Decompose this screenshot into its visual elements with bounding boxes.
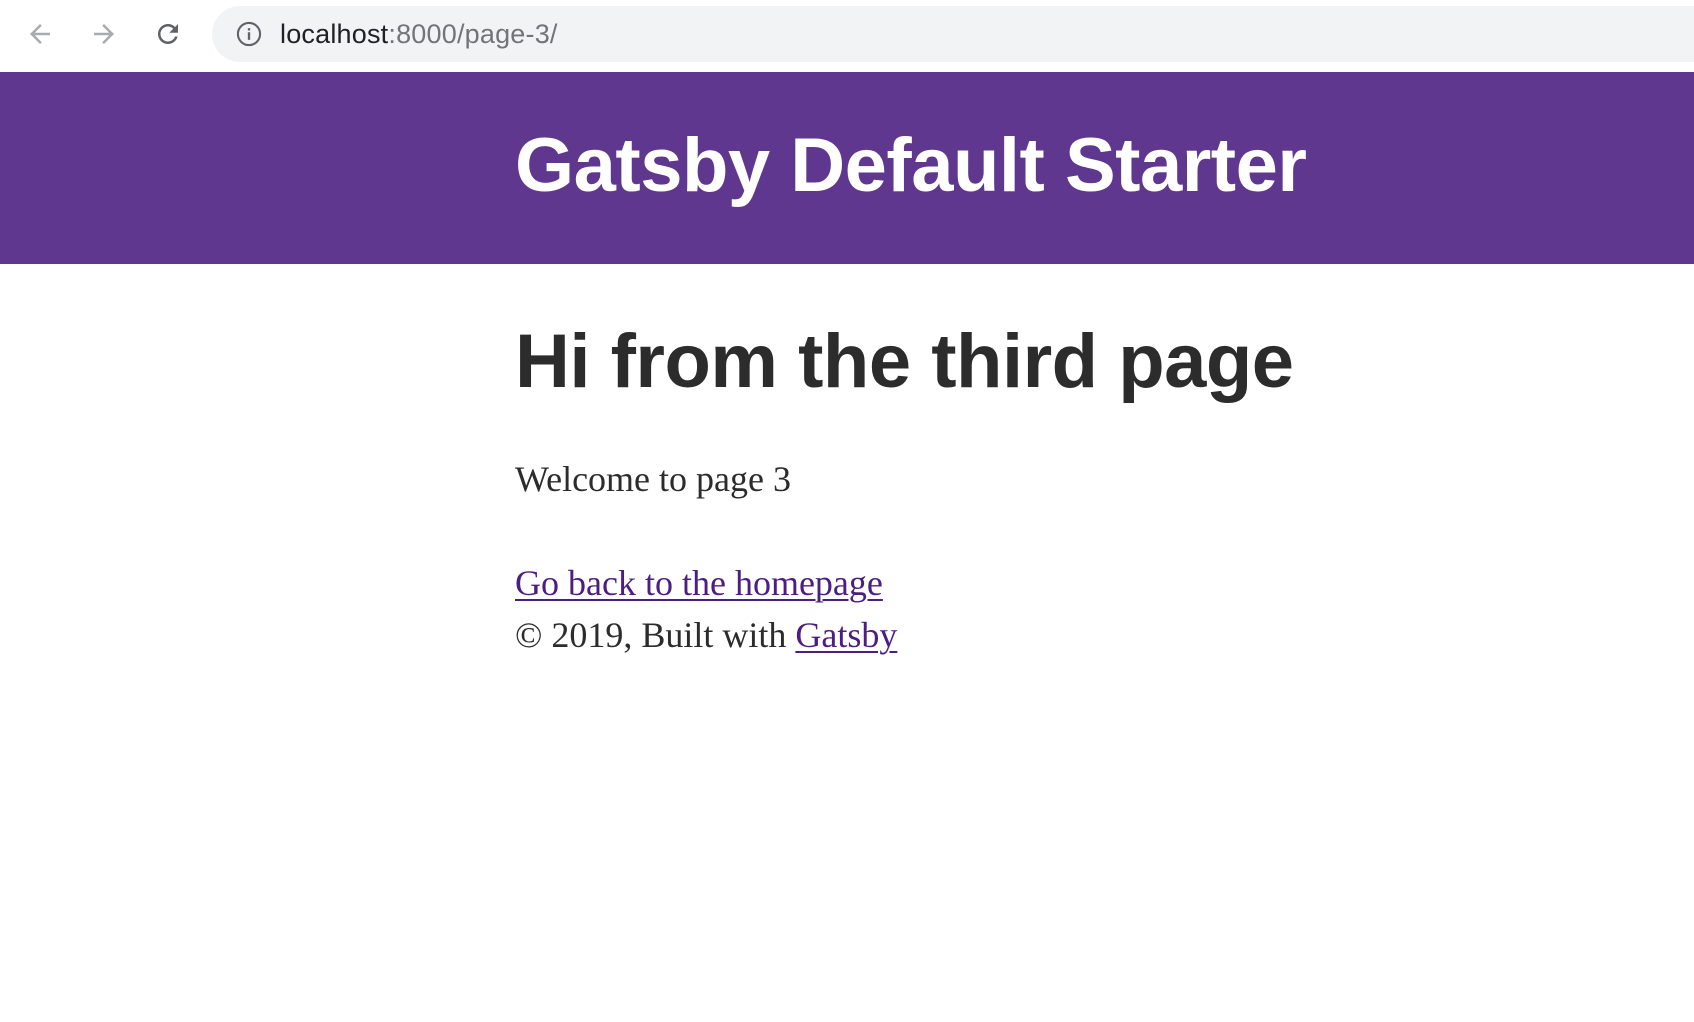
- info-circle-icon[interactable]: [234, 19, 264, 49]
- url-text[interactable]: localhost:8000/page-3/: [280, 19, 558, 50]
- back-button[interactable]: [16, 10, 64, 58]
- page-heading: Hi from the third page: [515, 319, 1294, 404]
- welcome-text: Welcome to page 3: [515, 459, 791, 499]
- site-header: Gatsby Default Starter: [0, 72, 1694, 264]
- url-path: :8000/page-3/: [388, 18, 558, 49]
- footer-copyright-text: © 2019, Built with: [515, 615, 787, 655]
- site-footer: © 2019, Built with Gatsby: [515, 614, 897, 657]
- site-title-link[interactable]: Gatsby Default Starter: [515, 128, 1307, 204]
- gatsby-link[interactable]: Gatsby: [795, 615, 897, 655]
- arrow-right-icon: [89, 19, 119, 49]
- arrow-left-icon: [25, 19, 55, 49]
- homepage-link[interactable]: Go back to the homepage: [515, 562, 883, 605]
- browser-toolbar: localhost:8000/page-3/: [0, 0, 1694, 72]
- forward-button[interactable]: [80, 10, 128, 58]
- address-bar[interactable]: localhost:8000/page-3/: [212, 6, 1694, 62]
- reload-icon: [153, 19, 183, 49]
- reload-button[interactable]: [144, 10, 192, 58]
- url-host: localhost: [280, 18, 389, 49]
